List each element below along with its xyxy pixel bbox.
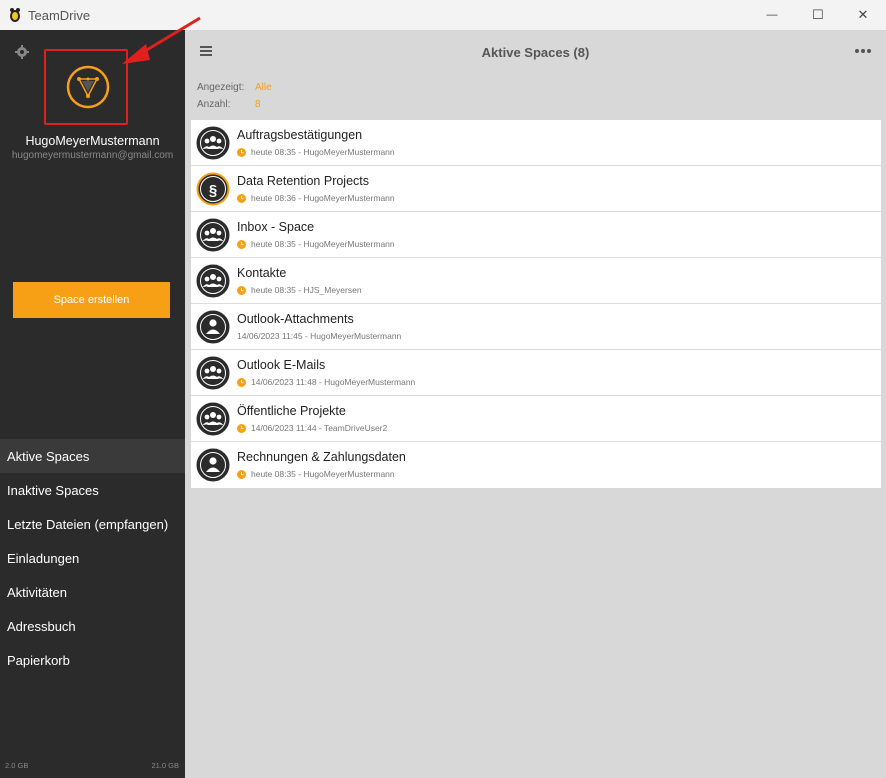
paragraph-icon: § [196, 172, 230, 206]
page-title: Aktive Spaces (8) [481, 45, 590, 60]
annotation-arrow-icon [122, 16, 201, 64]
group-icon [196, 126, 230, 160]
sync-status-icon [237, 469, 246, 479]
space-meta: 14/06/2023 11:44 - TeamDriveUser2 [237, 423, 387, 433]
space-name: Inbox - Space [237, 220, 315, 234]
space-list-item[interactable]: Rechnungen & Zahlungsdaten heute 08:35 - … [191, 442, 881, 488]
sidebar-nav: Aktive Spaces Inaktive Spaces Letzte Datei… [0, 439, 185, 677]
space-list-item[interactable]: Kontakte heute 08:35 - HJS_Meyersen [191, 258, 881, 304]
space-meta-text: heute 08:35 - HugoMeyerMustermann [251, 469, 395, 479]
minimize-button[interactable]: — [749, 0, 795, 30]
sidebar-item[interactable]: Aktive Spaces [0, 439, 185, 473]
sync-status-icon [237, 193, 246, 203]
space-list: Auftragsbestätigungen heute 08:35 - HugoM… [191, 120, 881, 488]
space-list-item[interactable]: Outlook E-Mails 14/06/2023 11:48 - HugoMe… [191, 350, 881, 396]
space-list-item[interactable]: Outlook-Attachments 14/06/2023 11:45 - Hu… [191, 304, 881, 350]
space-meta-text: heute 08:35 - HJS_Meyersen [251, 285, 362, 295]
filter-label: Angezeigt: [197, 82, 245, 93]
storage-total: 21.0 GB [151, 761, 179, 770]
person-icon [196, 448, 230, 482]
space-name: Kontakte [237, 266, 287, 280]
group-icon [196, 264, 230, 298]
sidebar-item[interactable]: Papierkorb [0, 643, 185, 677]
avatar-highlight-box [44, 49, 128, 125]
sidebar: HugoMeyerMustermann hugomeyermustermann@… [0, 30, 185, 778]
space-name: Data Retention Projects [237, 174, 370, 188]
person-icon [196, 310, 230, 344]
user-email: hugomeyermustermann@gmail.com [11, 150, 174, 161]
space-meta: heute 08:35 - HugoMeyerMustermann [237, 239, 395, 249]
gear-icon[interactable] [14, 44, 30, 60]
username: HugoMeyerMustermann [25, 134, 160, 148]
count-label: Anzahl: [197, 99, 231, 110]
close-button[interactable]: ✕ [840, 0, 886, 30]
sidebar-item[interactable]: Inaktive Spaces [0, 473, 185, 507]
sidebar-item[interactable]: Adressbuch [0, 609, 185, 643]
space-name: Öffentliche Projekte [237, 404, 346, 418]
sync-status-icon [237, 147, 246, 157]
space-name: Rechnungen & Zahlungsdaten [237, 450, 406, 464]
space-meta: heute 08:35 - HugoMeyerMustermann [237, 469, 395, 479]
space-meta: heute 08:35 - HJS_Meyersen [237, 285, 362, 295]
space-meta: 14/06/2023 11:45 - HugoMeyerMustermann [237, 331, 401, 341]
space-meta: 14/06/2023 11:48 - HugoMeyerMustermann [237, 377, 415, 387]
sync-status-icon [237, 239, 246, 249]
avatar[interactable] [66, 65, 110, 109]
maximize-icon: ☐ [812, 7, 824, 22]
minimize-icon: — [766, 9, 778, 21]
main-panel: Aktive Spaces (8) Angezeigt: Alle Anzahl… [185, 30, 886, 778]
space-list-item[interactable]: Auftragsbestätigungen heute 08:35 - HugoM… [191, 120, 881, 166]
space-meta: heute 08:35 - HugoMeyerMustermann [237, 147, 395, 157]
space-meta: heute 08:36 - HugoMeyerMustermann [237, 193, 395, 203]
app-title: TeamDrive [28, 8, 91, 23]
space-name: Outlook-Attachments [237, 312, 354, 326]
close-icon: ✕ [857, 7, 869, 22]
space-meta-text: heute 08:35 - HugoMeyerMustermann [251, 239, 395, 249]
more-options-icon[interactable] [854, 48, 872, 54]
space-meta-text: heute 08:36 - HugoMeyerMustermann [251, 193, 395, 203]
group-icon [196, 356, 230, 390]
space-meta-text: 14/06/2023 11:45 - HugoMeyerMustermann [237, 331, 402, 341]
space-list-item[interactable]: Inbox - Space heute 08:35 - HugoMeyerMust… [191, 212, 881, 258]
group-icon [196, 218, 230, 252]
group-icon [196, 402, 230, 436]
teamdrive-logo-icon [10, 8, 20, 22]
space-meta-text: 14/06/2023 11:44 - TeamDriveUser2 [251, 423, 388, 433]
filter-value[interactable]: Alle [255, 82, 272, 99]
sidebar-item[interactable]: Letzte Dateien (empfangen) [0, 507, 185, 541]
storage-used: 2.0 GB [5, 761, 29, 770]
svg-text:§: § [209, 182, 217, 199]
maximize-button[interactable]: ☐ [795, 0, 841, 30]
space-meta-text: 14/06/2023 11:48 - HugoMeyerMustermann [251, 377, 416, 387]
sync-status-icon [237, 377, 246, 387]
space-list-item[interactable]: Öffentliche Projekte 14/06/2023 11:44 - T… [191, 396, 881, 442]
sync-status-icon [237, 423, 246, 433]
sync-status-icon [237, 285, 246, 295]
sidebar-item[interactable]: Aktivitäten [0, 575, 185, 609]
space-name: Auftragsbestätigungen [237, 128, 363, 142]
sidebar-item[interactable]: Einladungen [0, 541, 185, 575]
space-list-item[interactable]: § Data Retention Projects heute 08:36 - Hu… [191, 166, 881, 212]
space-name: Outlook E-Mails [237, 358, 326, 372]
space-meta-text: heute 08:35 - HugoMeyerMustermann [251, 147, 395, 157]
filter-info: Angezeigt: Alle Anzahl: 8 [197, 82, 272, 116]
create-space-button[interactable]: Space erstellen [13, 282, 170, 318]
count-value: 8 [255, 99, 261, 110]
